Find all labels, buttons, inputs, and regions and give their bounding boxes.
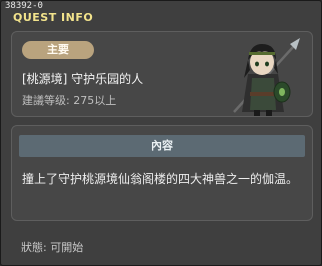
quest-level-requirement: 建議等级: 275以上 bbox=[22, 94, 117, 107]
quest-description: 撞上了守护桃源境仙翁阁楼的四大神兽之一的伽温。 bbox=[22, 172, 299, 186]
quest-type-badge: 主要 bbox=[22, 41, 94, 59]
content-header: 內容 bbox=[19, 135, 305, 157]
quest-id: 38392-0 bbox=[5, 1, 43, 11]
quest-content-panel: 內容 撞上了守护桃源境仙翁阁楼的四大神兽之一的伽温。 bbox=[11, 125, 313, 221]
quest-info-window: 38392-0 QUEST INFO 主要 [桃源境] 守护乐园的人 建議等级:… bbox=[0, 0, 322, 266]
quest-status: 狀態: 可開始 bbox=[21, 241, 84, 254]
warrior-character-icon bbox=[233, 38, 300, 116]
window-title: QUEST INFO bbox=[13, 11, 94, 24]
quest-name: [桃源境] 守护乐园的人 bbox=[22, 72, 144, 86]
quest-summary-panel: 主要 [桃源境] 守护乐园的人 建議等级: 275以上 bbox=[11, 31, 313, 117]
